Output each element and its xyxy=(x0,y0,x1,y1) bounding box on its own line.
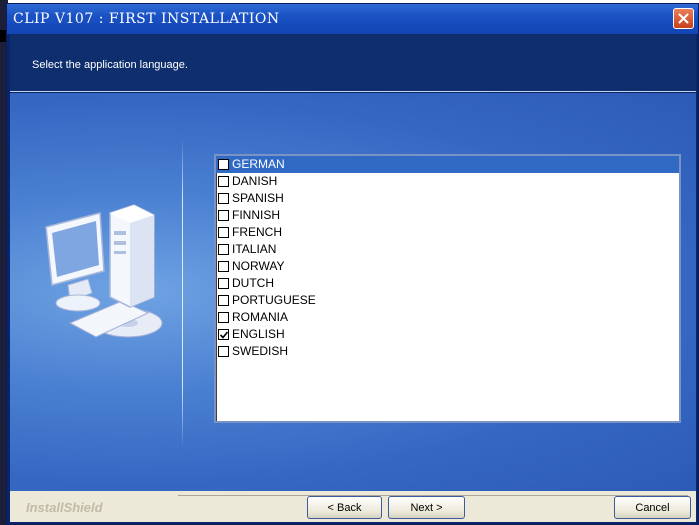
computer-install-icon xyxy=(45,204,163,338)
language-label: PORTUGUESE xyxy=(232,293,316,307)
language-checkbox[interactable] xyxy=(218,244,229,255)
language-checkbox[interactable] xyxy=(218,329,229,340)
language-checkbox[interactable] xyxy=(218,176,229,187)
language-label: ENGLISH xyxy=(232,327,285,341)
language-label: NORWAY xyxy=(232,259,285,273)
back-button[interactable]: < Back xyxy=(307,496,382,519)
language-checkbox[interactable] xyxy=(218,210,229,221)
language-item-swedish[interactable]: SWEDISH xyxy=(216,343,679,360)
checkmark-icon xyxy=(220,331,228,339)
window-title: CLIP V107 : FIRST INSTALLATION xyxy=(13,11,280,27)
language-label: GERMAN xyxy=(232,157,285,171)
language-item-italian[interactable]: ITALIAN xyxy=(216,241,679,258)
language-item-english[interactable]: ENGLISH xyxy=(216,326,679,343)
language-label: SPANISH xyxy=(232,191,284,205)
title-bar[interactable]: CLIP V107 : FIRST INSTALLATION xyxy=(7,4,698,34)
language-label: DUTCH xyxy=(232,276,274,290)
language-checkbox[interactable] xyxy=(218,295,229,306)
language-checkbox[interactable] xyxy=(218,261,229,272)
language-item-danish[interactable]: DANISH xyxy=(216,173,679,190)
language-item-finnish[interactable]: FINNISH xyxy=(216,207,679,224)
language-checkbox[interactable] xyxy=(218,278,229,289)
language-list[interactable]: GERMAN DANISH SPANISH FINNISH FRENCH ITALIAN N… xyxy=(214,154,681,423)
language-item-french[interactable]: FRENCH xyxy=(216,224,679,241)
cancel-button[interactable]: Cancel xyxy=(614,496,691,519)
language-label: ROMANIA xyxy=(232,310,289,324)
language-item-dutch[interactable]: DUTCH xyxy=(216,275,679,292)
language-item-german[interactable]: GERMAN xyxy=(216,156,679,173)
close-button[interactable] xyxy=(673,8,694,29)
close-icon xyxy=(678,13,689,24)
language-checkbox[interactable] xyxy=(218,159,229,170)
language-label: SWEDISH xyxy=(232,344,289,358)
language-item-romania[interactable]: ROMANIA xyxy=(216,309,679,326)
language-item-portuguese[interactable]: PORTUGUESE xyxy=(216,292,679,309)
language-checkbox[interactable] xyxy=(218,312,229,323)
language-label: ITALIAN xyxy=(232,242,277,256)
language-checkbox[interactable] xyxy=(218,346,229,357)
language-checkbox[interactable] xyxy=(218,193,229,204)
body-panel: GERMAN DANISH SPANISH FINNISH FRENCH ITALIAN N… xyxy=(10,93,696,491)
instruction-text: Select the application language. xyxy=(32,59,188,71)
installer-window: CLIP V107 : FIRST INSTALLATION Select th… xyxy=(6,3,699,525)
language-label: FINNISH xyxy=(232,208,280,222)
vertical-divider xyxy=(182,138,183,448)
header-panel: Select the application language. xyxy=(10,34,696,92)
installshield-logo: InstallShield xyxy=(26,500,103,515)
language-label: DANISH xyxy=(232,174,278,188)
language-item-spanish[interactable]: SPANISH xyxy=(216,190,679,207)
language-label: FRENCH xyxy=(232,225,282,239)
language-item-norway[interactable]: NORWAY xyxy=(216,258,679,275)
footer-bar: InstallShield < Back Next > Cancel xyxy=(10,491,696,522)
language-checkbox[interactable] xyxy=(218,227,229,238)
next-button[interactable]: Next > xyxy=(388,496,465,519)
